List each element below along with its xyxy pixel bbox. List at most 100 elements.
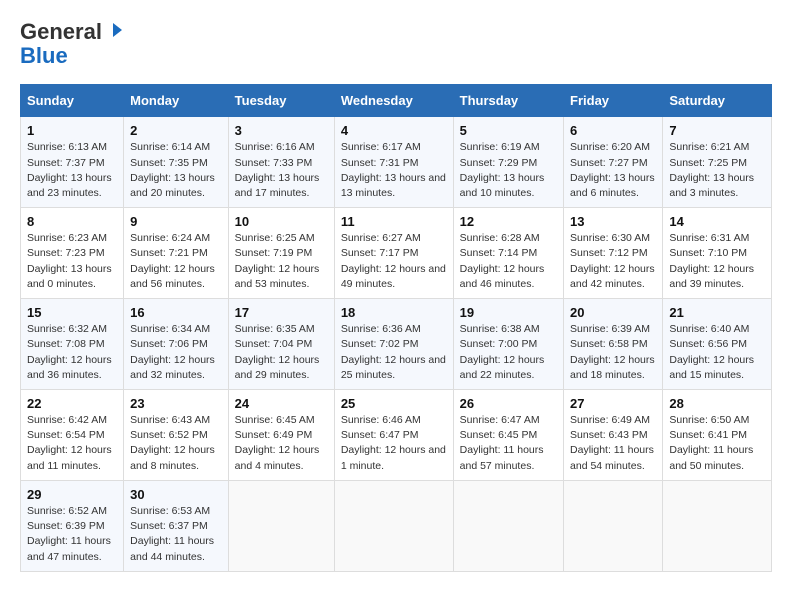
day-info: Sunrise: 6:39 AMSunset: 6:58 PMDaylight:… [570,322,656,383]
calendar-cell [453,480,563,571]
calendar-cell: 25 Sunrise: 6:46 AMSunset: 6:47 PMDayligh… [334,390,453,481]
calendar-cell: 28Sunrise: 6:50 AMSunset: 6:41 PMDayligh… [663,390,772,481]
day-of-week-header: Friday [564,85,663,117]
day-number: 11 [341,214,447,229]
day-info: Sunrise: 6:45 AMSunset: 6:49 PMDaylight:… [235,413,328,474]
calendar-table: SundayMondayTuesdayWednesdayThursdayFrid… [20,84,772,571]
day-info: Sunrise: 6:38 AMSunset: 7:00 PMDaylight:… [460,322,557,383]
calendar-cell: 20 Sunrise: 6:39 AMSunset: 6:58 PMDayligh… [564,299,663,390]
day-info: Sunrise: 6:36 AMSunset: 7:02 PMDaylight:… [341,322,447,383]
calendar-cell: 10 Sunrise: 6:25 AMSunset: 7:19 PMDayligh… [228,208,334,299]
calendar-cell: 16 Sunrise: 6:34 AMSunset: 7:06 PMDayligh… [124,299,229,390]
day-info: Sunrise: 6:43 AMSunset: 6:52 PMDaylight:… [130,413,222,474]
calendar-cell: 24 Sunrise: 6:45 AMSunset: 6:49 PMDayligh… [228,390,334,481]
calendar-cell [564,480,663,571]
day-of-week-header: Saturday [663,85,772,117]
calendar-cell: 3 Sunrise: 6:16 AMSunset: 7:33 PMDaylight… [228,117,334,208]
calendar-week-row: 8 Sunrise: 6:23 AMSunset: 7:23 PMDaylight… [21,208,772,299]
logo-general: General [20,20,102,44]
logo: General Blue [20,20,122,68]
calendar-cell: 2 Sunrise: 6:14 AMSunset: 7:35 PMDaylight… [124,117,229,208]
calendar-cell: 18 Sunrise: 6:36 AMSunset: 7:02 PMDayligh… [334,299,453,390]
day-number: 16 [130,305,222,320]
calendar-cell: 5 Sunrise: 6:19 AMSunset: 7:29 PMDaylight… [453,117,563,208]
day-number: 2 [130,123,222,138]
calendar-cell [228,480,334,571]
day-info: Sunrise: 6:23 AMSunset: 7:23 PMDaylight:… [27,231,117,292]
calendar-header-row: SundayMondayTuesdayWednesdayThursdayFrid… [21,85,772,117]
day-info: Sunrise: 6:19 AMSunset: 7:29 PMDaylight:… [460,140,557,201]
day-info: Sunrise: 6:42 AMSunset: 6:54 PMDaylight:… [27,413,117,474]
day-number: 8 [27,214,117,229]
day-number: 23 [130,396,222,411]
day-number: 13 [570,214,656,229]
day-info: Sunrise: 6:17 AMSunset: 7:31 PMDaylight:… [341,140,447,201]
day-number: 28 [669,396,765,411]
day-info: Sunrise: 6:46 AMSunset: 6:47 PMDaylight:… [341,413,447,474]
day-number: 30 [130,487,222,502]
day-number: 25 [341,396,447,411]
calendar-cell: 9Sunrise: 6:24 AMSunset: 7:21 PMDaylight… [124,208,229,299]
day-number: 5 [460,123,557,138]
calendar-cell: 1 Sunrise: 6:13 AMSunset: 7:37 PMDaylight… [21,117,124,208]
day-info: Sunrise: 6:53 AMSunset: 6:37 PMDaylight:… [130,504,222,565]
day-info: Sunrise: 6:34 AMSunset: 7:06 PMDaylight:… [130,322,222,383]
day-info: Sunrise: 6:47 AMSunset: 6:45 PMDaylight:… [460,413,557,474]
day-info: Sunrise: 6:32 AMSunset: 7:08 PMDaylight:… [27,322,117,383]
day-number: 19 [460,305,557,320]
day-of-week-header: Thursday [453,85,563,117]
calendar-cell: 30 Sunrise: 6:53 AMSunset: 6:37 PMDayligh… [124,480,229,571]
day-number: 22 [27,396,117,411]
day-number: 1 [27,123,117,138]
calendar-cell: 8 Sunrise: 6:23 AMSunset: 7:23 PMDaylight… [21,208,124,299]
calendar-cell [334,480,453,571]
day-number: 26 [460,396,557,411]
day-of-week-header: Sunday [21,85,124,117]
day-info: Sunrise: 6:24 AMSunset: 7:21 PMDaylight:… [130,231,222,292]
day-number: 10 [235,214,328,229]
day-number: 3 [235,123,328,138]
calendar-cell: 12 Sunrise: 6:28 AMSunset: 7:14 PMDayligh… [453,208,563,299]
day-info: Sunrise: 6:27 AMSunset: 7:17 PMDaylight:… [341,231,447,292]
day-info: Sunrise: 6:16 AMSunset: 7:33 PMDaylight:… [235,140,328,201]
day-number: 4 [341,123,447,138]
day-number: 29 [27,487,117,502]
calendar-week-row: 1 Sunrise: 6:13 AMSunset: 7:37 PMDaylight… [21,117,772,208]
calendar-week-row: 15Sunrise: 6:32 AMSunset: 7:08 PMDayligh… [21,299,772,390]
day-info: Sunrise: 6:31 AMSunset: 7:10 PMDaylight:… [669,231,765,292]
day-number: 12 [460,214,557,229]
day-info: Sunrise: 6:52 AMSunset: 6:39 PMDaylight:… [27,504,117,565]
calendar-cell: 15Sunrise: 6:32 AMSunset: 7:08 PMDayligh… [21,299,124,390]
day-of-week-header: Wednesday [334,85,453,117]
day-info: Sunrise: 6:40 AMSunset: 6:56 PMDaylight:… [669,322,765,383]
page-header: General Blue [20,20,772,68]
calendar-cell: 13 Sunrise: 6:30 AMSunset: 7:12 PMDayligh… [564,208,663,299]
calendar-week-row: 22 Sunrise: 6:42 AMSunset: 6:54 PMDayligh… [21,390,772,481]
day-info: Sunrise: 6:21 AMSunset: 7:25 PMDaylight:… [669,140,765,201]
calendar-cell: 21Sunrise: 6:40 AMSunset: 6:56 PMDayligh… [663,299,772,390]
day-info: Sunrise: 6:30 AMSunset: 7:12 PMDaylight:… [570,231,656,292]
calendar-cell: 14 Sunrise: 6:31 AMSunset: 7:10 PMDayligh… [663,208,772,299]
day-number: 20 [570,305,656,320]
day-info: Sunrise: 6:35 AMSunset: 7:04 PMDaylight:… [235,322,328,383]
day-info: Sunrise: 6:28 AMSunset: 7:14 PMDaylight:… [460,231,557,292]
day-info: Sunrise: 6:20 AMSunset: 7:27 PMDaylight:… [570,140,656,201]
day-info: Sunrise: 6:14 AMSunset: 7:35 PMDaylight:… [130,140,222,201]
calendar-cell: 17 Sunrise: 6:35 AMSunset: 7:04 PMDayligh… [228,299,334,390]
calendar-cell [663,480,772,571]
day-info: Sunrise: 6:25 AMSunset: 7:19 PMDaylight:… [235,231,328,292]
logo-blue: Blue [20,44,68,68]
calendar-cell: 22 Sunrise: 6:42 AMSunset: 6:54 PMDayligh… [21,390,124,481]
day-number: 18 [341,305,447,320]
calendar-cell: 4 Sunrise: 6:17 AMSunset: 7:31 PMDaylight… [334,117,453,208]
calendar-week-row: 29 Sunrise: 6:52 AMSunset: 6:39 PMDayligh… [21,480,772,571]
day-number: 24 [235,396,328,411]
day-number: 14 [669,214,765,229]
calendar-cell: 7Sunrise: 6:21 AMSunset: 7:25 PMDaylight… [663,117,772,208]
calendar-cell: 23 Sunrise: 6:43 AMSunset: 6:52 PMDayligh… [124,390,229,481]
day-info: Sunrise: 6:13 AMSunset: 7:37 PMDaylight:… [27,140,117,201]
day-number: 6 [570,123,656,138]
calendar-cell: 27Sunrise: 6:49 AMSunset: 6:43 PMDayligh… [564,390,663,481]
day-number: 17 [235,305,328,320]
calendar-cell: 29 Sunrise: 6:52 AMSunset: 6:39 PMDayligh… [21,480,124,571]
